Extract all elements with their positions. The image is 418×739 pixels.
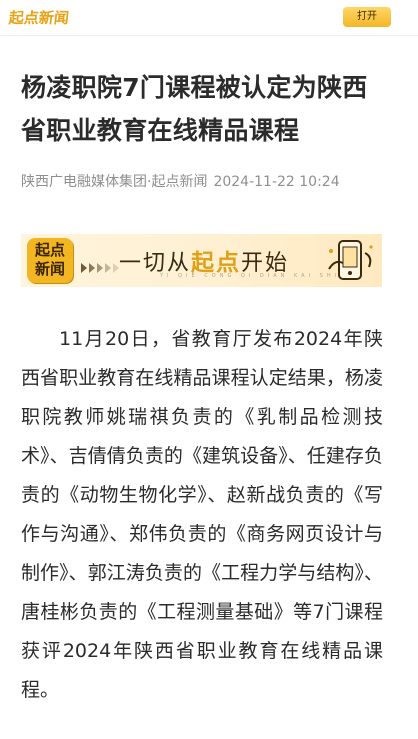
top-app-bar: 起点新闻 打开 bbox=[0, 0, 418, 36]
article-meta: 陕西广电融媒体集团·起点新闻 2024-11-22 10:24 bbox=[21, 172, 401, 192]
promo-banner[interactable]: 起点 新闻 一切从起点开始 YI QIE CONG QI DIAN KAI SH… bbox=[21, 234, 382, 287]
article-datetime: 2024-11-22 10:24 bbox=[213, 174, 340, 190]
brand-logo-text: 起点新闻 bbox=[8, 8, 70, 27]
play-arrows-icon bbox=[81, 263, 119, 273]
open-app-button[interactable]: 打开 bbox=[343, 7, 391, 27]
article-body: 11月20日，省教育厅发布2024年陕西省职业教育在线精品课程认定结果，杨凌职院… bbox=[21, 328, 383, 701]
phone-icon bbox=[328, 240, 373, 280]
banner-pinyin: YI QIE CONG QI DIAN KAI SHI bbox=[160, 273, 341, 279]
article-source[interactable]: 陕西广电融媒体集团·起点新闻 bbox=[21, 174, 207, 190]
banner-slogan: 一切从起点开始 bbox=[119, 243, 289, 277]
article-title: 杨凌职院7门课程被认定为陕西省职业教育在线精品课程 bbox=[21, 73, 368, 145]
brand-logo[interactable]: 起点新闻 bbox=[8, 6, 70, 28]
banner-logo-icon: 起点 新闻 bbox=[27, 238, 73, 283]
banner-logo-text: 起点 新闻 bbox=[34, 241, 65, 278]
